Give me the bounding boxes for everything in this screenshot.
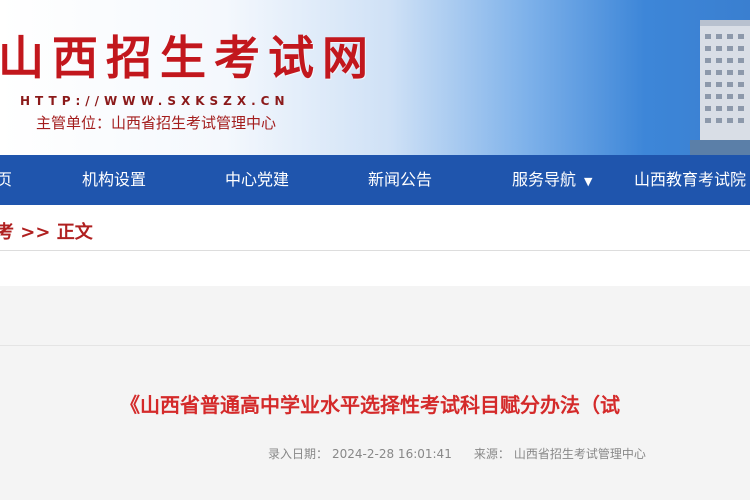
- breadcrumb[interactable]: 考 >> 正文: [0, 218, 93, 248]
- nav-item-organization[interactable]: 机构设置: [82, 155, 146, 205]
- nav-item-news[interactable]: 新闻公告: [368, 155, 432, 205]
- nav-item-party-building[interactable]: 中心党建: [225, 155, 289, 205]
- nav-item-services-label: 服务导航: [512, 170, 577, 189]
- site-url: HTTP://WWW.SXKSZX.CN: [20, 94, 290, 108]
- building-image: [690, 20, 750, 155]
- site-host-unit: 主管单位：山西省招生考试管理中心: [36, 114, 277, 132]
- caret-down-icon: ▼: [584, 175, 593, 188]
- article-date: 2024-2-28 16:01:41: [332, 447, 452, 461]
- content-divider: [0, 345, 750, 346]
- article-source: 山西省招生考试管理中心: [513, 447, 646, 461]
- main-nav: 页 机构设置 中心党建 新闻公告 服务导航 ▼ 山西教育考试院: [0, 155, 750, 205]
- nav-item-exam-institute[interactable]: 山西教育考试院: [634, 155, 746, 205]
- site-header-banner: 山西招生考试网 HTTP://WWW.SXKSZX.CN 主管单位：山西省招生考…: [0, 0, 750, 155]
- article-title: 《山西省普通高中学业水平选择性考试科目赋分办法（试: [120, 393, 620, 417]
- breadcrumb-divider: [0, 250, 750, 251]
- date-label: 录入日期：: [268, 447, 329, 461]
- nav-item-home[interactable]: 页: [0, 155, 12, 205]
- source-label: 来源：: [473, 447, 510, 461]
- nav-item-services[interactable]: 服务导航 ▼: [512, 155, 592, 205]
- site-title[interactable]: 山西招生考试网: [0, 22, 376, 88]
- article-meta: 录入日期： 2024-2-28 16:01:41 来源： 山西省招生考试管理中心: [268, 444, 650, 464]
